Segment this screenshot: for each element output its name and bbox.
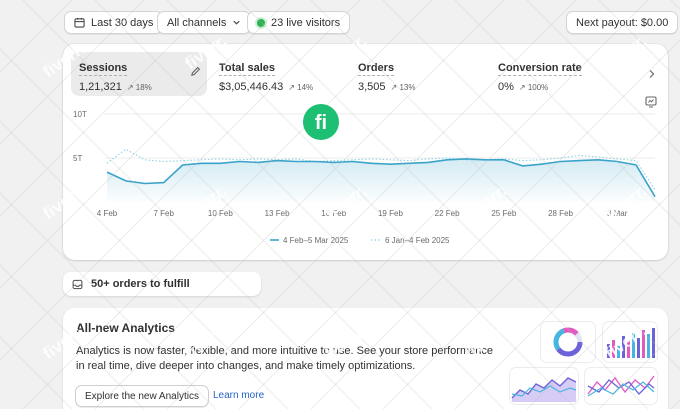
orders-to-fulfill-button[interactable]: 50+ orders to fulfill	[63, 272, 261, 296]
analytics-promo-card: All-new Analytics Analytics is now faste…	[63, 308, 668, 409]
live-visitors-button[interactable]: 23 live visitors	[247, 11, 351, 34]
channels-select[interactable]: All channels	[157, 11, 252, 34]
chevron-right-icon[interactable]	[647, 69, 657, 79]
x-tick-label: 13 Feb	[265, 209, 290, 218]
x-tick-label: 19 Feb	[378, 209, 403, 218]
channels-label: All channels	[167, 16, 227, 29]
y-tick-label: 10T	[73, 110, 87, 119]
learn-more-link[interactable]: Learn more	[213, 390, 264, 401]
date-range-label: Last 30 days	[91, 16, 154, 29]
x-tick-label: 28 Feb	[548, 209, 573, 218]
chart-legend: 4 Feb–5 Mar 2025 6 Jan–4 Feb 2025	[270, 236, 450, 245]
sessions-chart: 10T 5T 4 Feb 7 Feb 10 Feb 13 Feb 16 Feb 19 Feb…	[73, 110, 656, 245]
chevron-down-icon	[233, 20, 240, 25]
next-payout-button[interactable]: Next payout: $0.00	[566, 11, 679, 34]
calendar-icon	[74, 17, 85, 28]
x-tick-label: 7 Feb	[153, 209, 174, 218]
analytics-title: All-new Analytics	[76, 321, 175, 335]
metric-value: 1,21,321	[79, 81, 122, 93]
x-tick-label: 10 Feb	[208, 209, 233, 218]
inbox-icon	[72, 279, 83, 289]
analytics-description: Analytics is now faster, flexible, and m…	[76, 345, 493, 372]
explore-analytics-button[interactable]: Explore the new Analytics	[75, 385, 209, 407]
next-payout-label: Next payout: $0.00	[576, 16, 669, 29]
orders-to-fulfill-label: 50+ orders to fulfill	[91, 278, 190, 290]
x-tick-label: 3 Mar	[607, 209, 628, 218]
metric-name: Sessions	[79, 62, 128, 76]
x-tick-label: 22 Feb	[435, 209, 460, 218]
y-tick-label: 5T	[73, 154, 82, 163]
live-dot-icon	[257, 18, 265, 27]
metric-value: 0%	[498, 81, 514, 93]
metric-total-sales[interactable]: Total sales $3,05,446.43 ↗ 14%	[211, 52, 341, 96]
metric-name: Orders	[358, 62, 395, 76]
metric-conversion-rate[interactable]: Conversion rate 0% ↗ 100%	[490, 52, 626, 96]
bar-chart-thumbnail	[603, 322, 657, 362]
area-chart-thumbnail	[510, 368, 578, 404]
series-area	[107, 158, 655, 202]
x-tick-label: 4 Feb	[97, 209, 118, 218]
metric-value: $3,05,446.43	[219, 81, 284, 93]
metric-name: Conversion rate	[498, 62, 582, 76]
x-tick-label: 25 Feb	[491, 209, 516, 218]
metric-change: ↗ 100%	[518, 83, 549, 92]
date-range-button[interactable]: Last 30 days	[64, 11, 164, 34]
metric-change: ↗ 13%	[390, 83, 416, 92]
legend-label-current: 4 Feb–5 Mar 2025	[283, 236, 349, 245]
metric-change: ↗ 18%	[126, 83, 152, 92]
metric-sessions[interactable]: Sessions 1,21,321 ↗ 18%	[71, 52, 207, 96]
x-tick-label: 16 Feb	[321, 209, 346, 218]
donut-chart-thumbnail	[541, 322, 595, 362]
legend-label-previous: 6 Jan–4 Feb 2025	[385, 236, 450, 245]
metric-change: ↗ 14%	[288, 83, 314, 92]
line-chart-thumbnail	[585, 368, 657, 404]
metric-value: 3,505	[358, 81, 386, 93]
metrics-card: Sessions 1,21,321 ↗ 18% Total sales $3,05…	[63, 44, 668, 260]
metric-orders[interactable]: Orders 3,505 ↗ 13%	[350, 52, 480, 96]
live-visitors-label: 23 live visitors	[271, 16, 341, 29]
metric-name: Total sales	[219, 62, 276, 76]
pencil-icon[interactable]	[190, 66, 201, 77]
